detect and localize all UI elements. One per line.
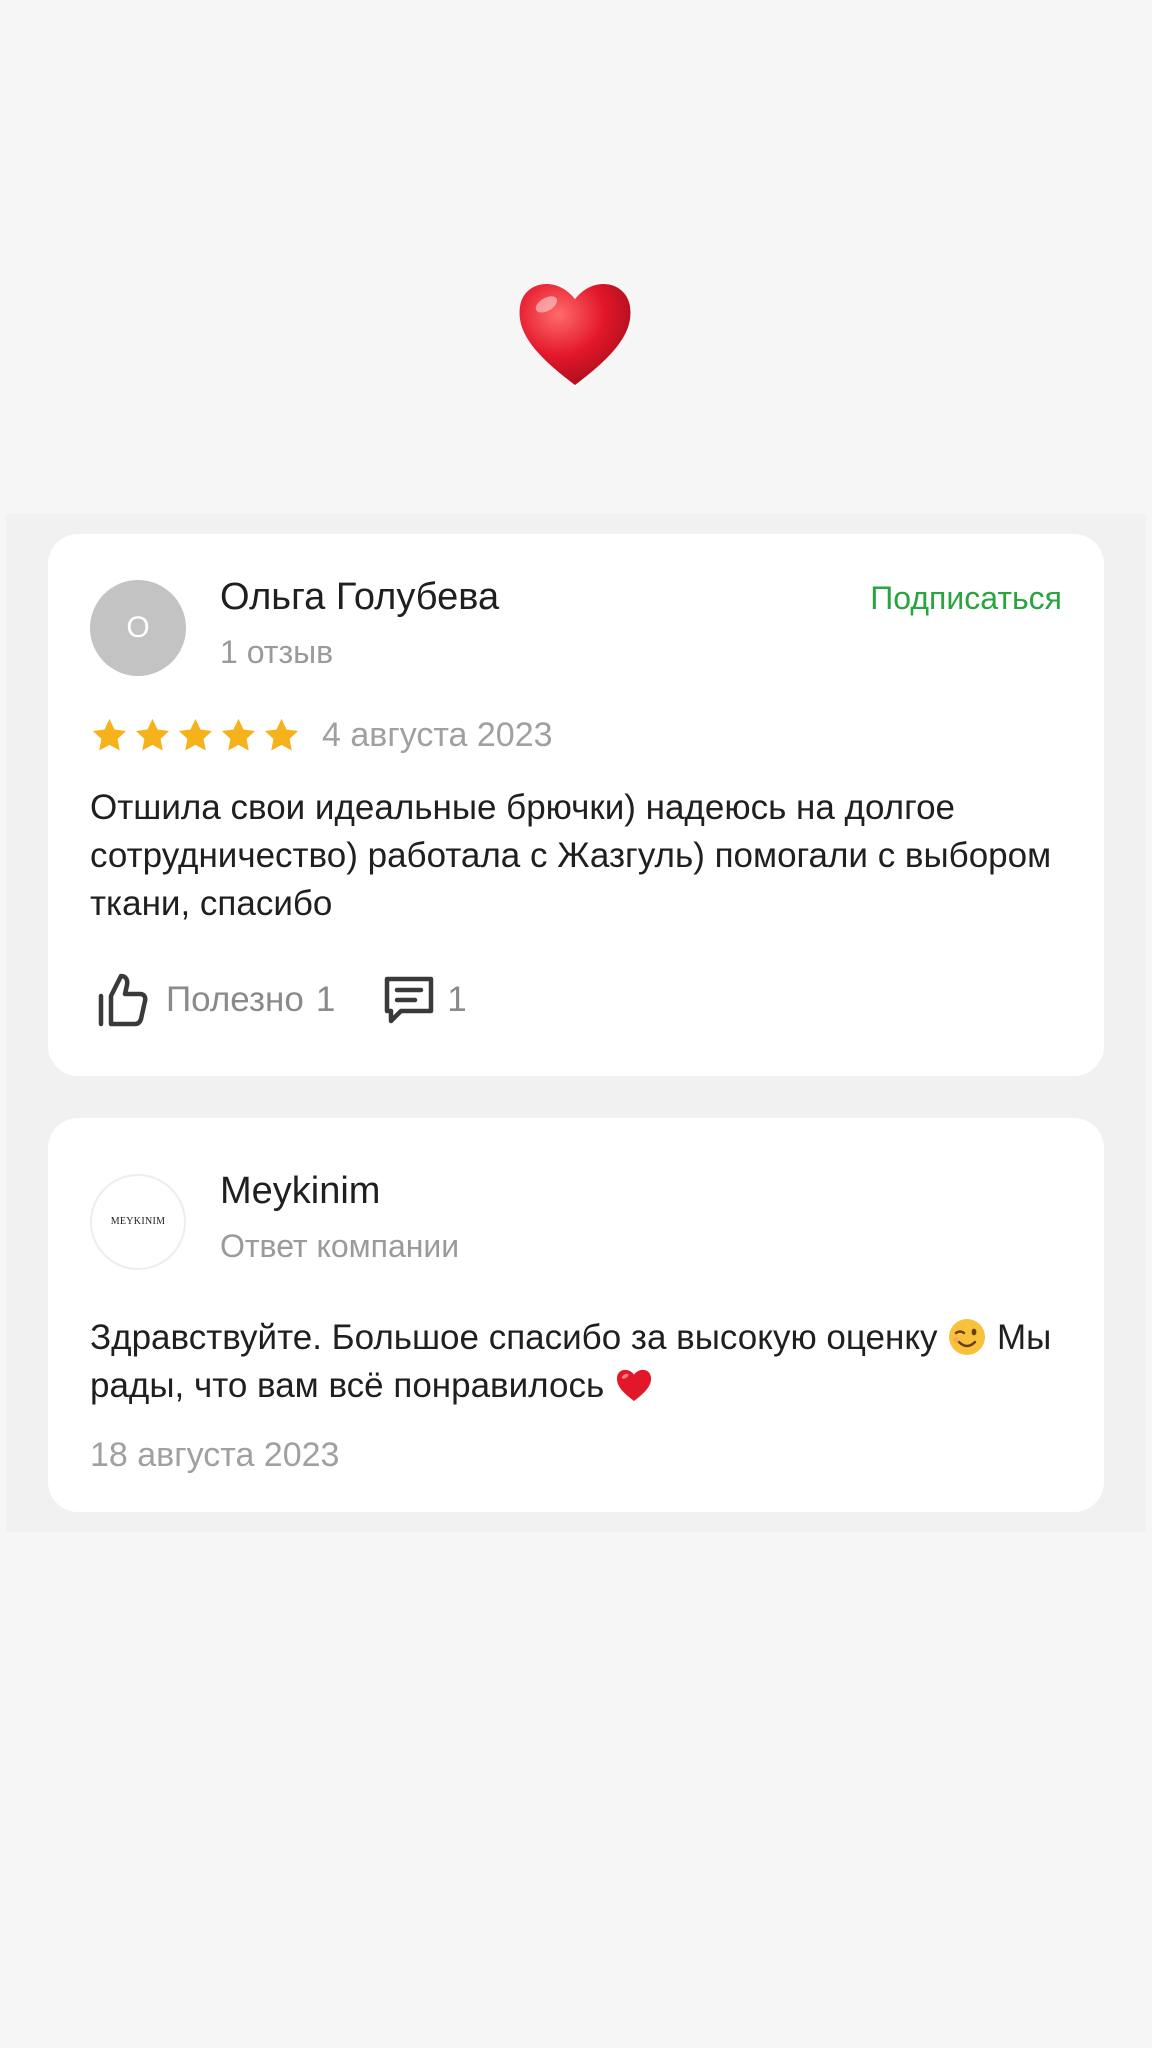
red-heart-icon bbox=[510, 268, 640, 398]
review-author-name[interactable]: Ольга Голубева bbox=[220, 576, 499, 619]
company-reply-label: Ответ компании bbox=[220, 1228, 460, 1264]
company-name[interactable]: Meykinim bbox=[220, 1170, 380, 1213]
star-icon bbox=[90, 716, 129, 755]
star-icon bbox=[176, 716, 215, 755]
subscribe-button[interactable]: Подписаться bbox=[870, 580, 1062, 617]
helpful-label[interactable]: Полезно bbox=[166, 980, 304, 1020]
company-reply-card: MEYKINIM Meykinim Ответ компании Здравст… bbox=[48, 1118, 1104, 1512]
helpful-count: 1 bbox=[315, 980, 336, 1019]
review-date: 4 августа 2023 bbox=[322, 716, 553, 754]
reply-text: Здравствуйте. Большое спасибо за высокую… bbox=[90, 1314, 1080, 1410]
star-icon bbox=[219, 716, 258, 755]
review-count: 1 отзыв bbox=[220, 634, 334, 670]
story-screen: О Ольга Голубева 1 отзыв Подписаться 4 а… bbox=[0, 0, 1152, 2048]
red-heart-icon bbox=[614, 1365, 654, 1405]
winking-face-icon bbox=[947, 1317, 987, 1357]
review-card: О Ольга Голубева 1 отзыв Подписаться 4 а… bbox=[48, 534, 1104, 1076]
reviews-panel: О Ольга Голубева 1 отзыв Подписаться 4 а… bbox=[6, 514, 1146, 1532]
star-icon bbox=[133, 716, 172, 755]
reply-text-part-1: Здравствуйте. Большое спасибо за высокую… bbox=[90, 1318, 938, 1357]
star-rating bbox=[90, 716, 301, 755]
comments-count[interactable]: 1 bbox=[447, 980, 466, 1020]
company-logo[interactable]: MEYKINIM bbox=[90, 1174, 186, 1270]
star-icon bbox=[262, 716, 301, 755]
reply-date: 18 августа 2023 bbox=[90, 1436, 340, 1474]
review-text: Отшила свои идеальные брючки) надеюсь на… bbox=[90, 788, 1052, 923]
thumbs-up-icon[interactable] bbox=[96, 972, 150, 1028]
avatar[interactable]: О bbox=[90, 580, 186, 676]
comment-icon[interactable] bbox=[383, 975, 435, 1025]
review-actions: Полезно 1 1 bbox=[96, 970, 467, 1030]
